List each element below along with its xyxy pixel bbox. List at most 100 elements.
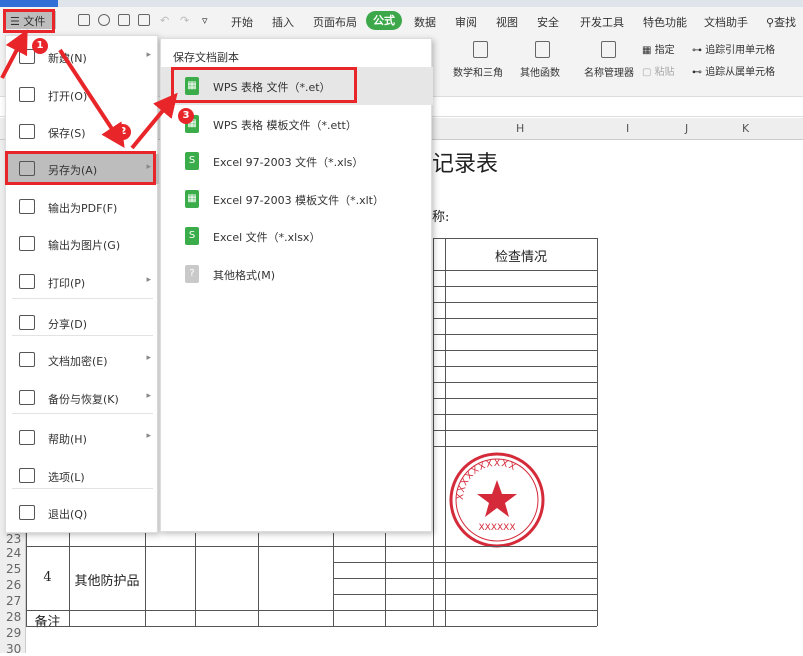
search-icon: ⚲ [766, 16, 775, 29]
tab-features[interactable]: 特色功能 [643, 14, 687, 30]
chevron-right-icon: ▸ [146, 50, 151, 60]
grid-line [26, 626, 597, 627]
highlight-save-as [5, 151, 156, 185]
grid-line [433, 366, 597, 367]
row-27[interactable]: 27 [6, 594, 21, 608]
menu-item-label: 新建(N) [48, 52, 87, 65]
search-label: 查找 [774, 16, 797, 29]
grid-line [433, 414, 597, 415]
menu-item-11[interactable]: 选项(L) [6, 461, 159, 491]
menu-item-label: 输出为图片(G) [48, 239, 121, 252]
row-23[interactable]: 23 [6, 532, 21, 546]
exit-icon [19, 505, 35, 520]
functions-icon [535, 41, 550, 58]
tab-home[interactable]: 开始 [231, 14, 253, 30]
menu-item-5[interactable]: 输出为图片(G) [6, 229, 159, 259]
grid-line [433, 238, 597, 239]
grid-line [433, 446, 597, 447]
math-icon [473, 41, 488, 58]
row-24[interactable]: 24 [6, 546, 21, 560]
specify-button[interactable]: ▦ 指定 [642, 41, 675, 56]
folder-icon [19, 87, 35, 102]
print-icon[interactable] [118, 14, 130, 26]
preview-icon[interactable] [138, 14, 150, 26]
tab-page-layout[interactable]: 页面布局 [313, 14, 357, 30]
format-option-5[interactable]: ? 其他格式(M) [161, 257, 433, 291]
dropdown-icon[interactable]: ▿ [202, 14, 208, 27]
menu-item-label: 输出为PDF(F) [48, 202, 118, 215]
grid-line [433, 270, 597, 271]
grid-line [433, 238, 434, 626]
menu-item-6[interactable]: 打印(P) ▸ [6, 267, 159, 297]
menu-item-label: 打印(P) [48, 277, 86, 290]
menu-item-10[interactable]: 帮助(H) ▸ [6, 423, 159, 453]
grid-line [433, 302, 597, 303]
submenu-title: 保存文档副本 [173, 51, 239, 64]
undo-icon[interactable]: ↶ [160, 14, 169, 27]
tab-review[interactable]: 审阅 [455, 14, 477, 30]
math-trig-button[interactable]: 数学和三角 [453, 64, 503, 79]
row-26[interactable]: 26 [6, 578, 21, 592]
export-icon[interactable] [98, 14, 110, 26]
name-manager-button[interactable]: 名称管理器 [584, 64, 634, 79]
column-k[interactable]: K [742, 122, 749, 135]
format-label: 其他格式(M) [213, 269, 276, 282]
format-label: WPS 表格 模板文件（*.ett） [213, 119, 357, 132]
search-button[interactable]: ⚲查找 [766, 14, 796, 30]
format-option-3[interactable]: ▦ Excel 97-2003 模板文件（*.xlt） [161, 182, 433, 216]
image-icon [19, 236, 35, 251]
sheet-subtitle: 称: [432, 210, 450, 225]
row-25[interactable]: 25 [6, 562, 21, 576]
row-28[interactable]: 28 [6, 610, 21, 624]
format-option-1[interactable]: ▦ WPS 表格 模板文件（*.ett） [161, 107, 433, 141]
trace-precedents-button[interactable]: ⊶ 追踪引用单元格 [692, 41, 775, 56]
column-h[interactable]: H [516, 122, 524, 135]
redo-icon[interactable]: ↷ [180, 14, 189, 27]
grid-line [433, 398, 597, 399]
tab-view[interactable]: 视图 [496, 14, 518, 30]
tab-security[interactable]: 安全 [537, 14, 559, 30]
chevron-right-icon: ▸ [146, 391, 151, 401]
save-as-submenu: 保存文档副本 ▦ WPS 表格 文件（*.et） ▦ WPS 表格 模板文件（*.et… [160, 38, 433, 532]
column-i[interactable]: I [626, 122, 629, 135]
menu-item-label: 文档加密(E) [48, 355, 108, 368]
chevron-right-icon: ▸ [146, 275, 151, 285]
grid-line [433, 382, 597, 383]
paste-button[interactable]: ▢ 粘贴 [642, 63, 675, 78]
tab-formula[interactable]: 公式 [366, 11, 402, 30]
column-j[interactable]: J [685, 122, 688, 135]
menu-item-1[interactable]: 打开(O) [6, 80, 159, 110]
format-label: Excel 97-2003 模板文件（*.xlt） [213, 194, 384, 207]
tab-data[interactable]: 数据 [414, 14, 436, 30]
menu-item-label: 分享(D) [48, 318, 88, 331]
grid-line [433, 430, 597, 431]
new-icon [19, 49, 35, 64]
menu-item-0[interactable]: 新建(N) ▸ [6, 42, 159, 72]
step-badge-2: 2 [115, 124, 131, 140]
menu-item-label: 打开(O) [48, 90, 88, 103]
format-label: Excel 97-2003 文件（*.xls） [213, 156, 364, 169]
menu-item-2[interactable]: 保存(S) [6, 117, 159, 147]
tab-developer[interactable]: 开发工具 [580, 14, 624, 30]
print-icon [19, 274, 35, 289]
row-30[interactable]: 30 [6, 642, 21, 656]
format-option-4[interactable]: S Excel 文件（*.xlsx） [161, 219, 433, 253]
row-29[interactable]: 29 [6, 626, 21, 640]
menu-item-label: 选项(L) [48, 471, 85, 484]
save-icon[interactable] [78, 14, 90, 26]
other-functions-button[interactable]: 其他函数 [520, 64, 560, 79]
menu-item-label: 退出(Q) [48, 508, 88, 521]
tab-strip [0, 0, 803, 7]
trace-dependents-button[interactable]: ⊷ 追踪从属单元格 [692, 63, 775, 78]
tab-doc-assistant[interactable]: 文档助手 [704, 14, 748, 30]
menu-item-8[interactable]: 文档加密(E) ▸ [6, 345, 159, 375]
tab-insert[interactable]: 插入 [272, 14, 294, 30]
help-icon [19, 430, 35, 445]
format-option-2[interactable]: S Excel 97-2003 文件（*.xls） [161, 144, 433, 178]
menu-item-4[interactable]: 输出为PDF(F) [6, 192, 159, 222]
menu-item-12[interactable]: 退出(Q) [6, 498, 159, 528]
menu-item-7[interactable]: 分享(D) [6, 308, 159, 338]
menu-item-9[interactable]: 备份与恢复(K) ▸ [6, 383, 159, 413]
highlight-wps-et [171, 67, 357, 103]
grid-line [333, 578, 597, 579]
